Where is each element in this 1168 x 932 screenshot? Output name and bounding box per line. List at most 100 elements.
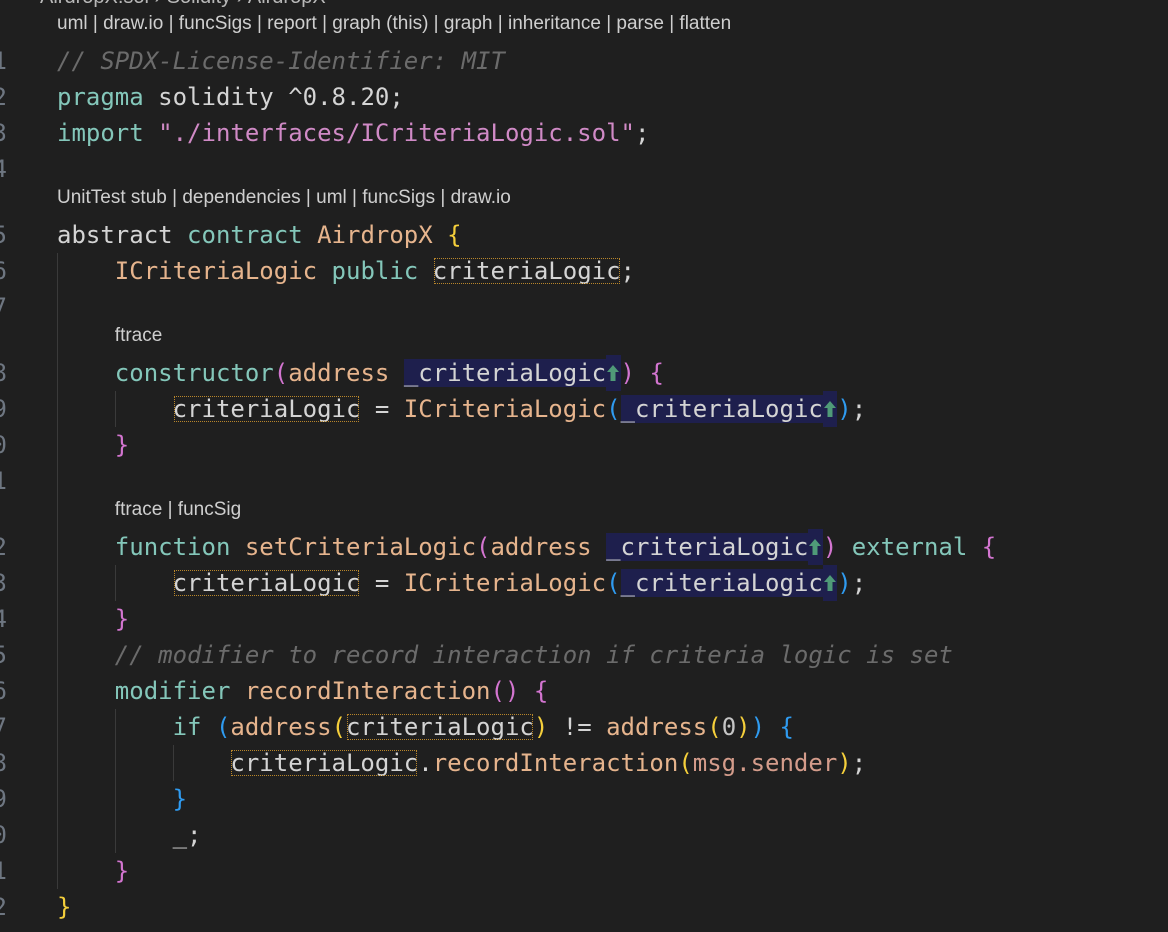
arrow-up-icon bbox=[822, 391, 838, 427]
code-line: 10 } bbox=[0, 427, 1168, 463]
codelens-links[interactable]: uml | draw.io | funcSigs | report | grap… bbox=[57, 13, 731, 34]
code-token: _; bbox=[57, 821, 202, 849]
indent-guide bbox=[57, 499, 58, 529]
code-line: 4 bbox=[0, 151, 1168, 187]
code-token: address bbox=[490, 533, 592, 561]
code-token: ( bbox=[606, 569, 621, 597]
code-token: criteriaLogic bbox=[230, 749, 419, 777]
code-line: 17 if (address(criteriaLogic) != address… bbox=[0, 709, 1168, 745]
code-token: public bbox=[331, 257, 419, 285]
codelens-row[interactable]: UnitTest stub | dependencies | uml | fun… bbox=[0, 187, 1168, 217]
breadcrumb[interactable]: AirdropX.sol › Solidity › AirdropX bbox=[40, 0, 326, 10]
line-number: 12 bbox=[0, 529, 7, 565]
code-token: criteriaLogic bbox=[432, 257, 621, 285]
code-token: ) bbox=[822, 533, 838, 561]
line-number: 18 bbox=[0, 745, 7, 781]
line-number: 4 bbox=[0, 151, 7, 187]
line-number: 20 bbox=[0, 817, 7, 853]
code-line: 22} bbox=[0, 889, 1168, 925]
code-token: ) bbox=[750, 713, 766, 741]
line-number: 13 bbox=[0, 565, 7, 601]
codelens-links[interactable]: ftrace | funcSig bbox=[115, 499, 241, 520]
code-token: { bbox=[447, 221, 462, 249]
code-token: ; bbox=[634, 119, 650, 147]
arrow-up-icon bbox=[822, 565, 838, 601]
code-line: 12 function setCriteriaLogic(address _cr… bbox=[0, 529, 1168, 565]
code-token: = bbox=[360, 395, 404, 423]
code-line: 8 constructor(address _criteriaLogic) { bbox=[0, 355, 1168, 391]
code-token: ; bbox=[851, 395, 867, 423]
line-number: 2 bbox=[0, 79, 7, 115]
code-token: solidity ^0.8.20; bbox=[143, 83, 404, 111]
code-token: } bbox=[172, 785, 188, 813]
code-line: 16 modifier recordInteraction() { bbox=[0, 673, 1168, 709]
codelens-row[interactable]: ftrace | funcSig bbox=[0, 499, 1168, 529]
code-token: ( bbox=[273, 359, 289, 387]
indent-guide bbox=[57, 463, 58, 499]
code-line: 14 } bbox=[0, 601, 1168, 637]
code-token: ) bbox=[504, 677, 520, 705]
codelens-row[interactable]: uml | draw.io | funcSigs | report | grap… bbox=[0, 13, 1168, 43]
arrow-up-icon bbox=[606, 355, 621, 391]
code-token: ( bbox=[490, 677, 505, 705]
code-token: ICriteriaLogic bbox=[403, 569, 607, 597]
code-token: } bbox=[114, 605, 130, 633]
line-number: 7 bbox=[0, 289, 7, 325]
code-token: ; bbox=[851, 569, 867, 597]
code-token: != bbox=[548, 713, 607, 741]
code-token: _criteriaLogic bbox=[403, 359, 607, 387]
code-token: ; bbox=[851, 749, 867, 777]
code-line: 3 import "./interfaces/ICriteriaLogic.sol… bbox=[0, 115, 1168, 151]
code-token: contract bbox=[187, 221, 303, 249]
code-token: criteriaLogic bbox=[172, 395, 361, 423]
code-token: ( bbox=[678, 749, 693, 777]
code-token: { bbox=[981, 533, 997, 561]
code-line: 5 abstract contract AirdropX { bbox=[0, 217, 1168, 253]
line-number: 14 bbox=[0, 601, 7, 637]
codelens-row[interactable]: ftrace bbox=[0, 325, 1168, 355]
code-token: ICriteriaLogic bbox=[114, 257, 318, 285]
code-token: setCriteriaLogic bbox=[244, 533, 477, 561]
code-line: 7 bbox=[0, 289, 1168, 325]
code-line: 2 pragma solidity ^0.8.20; bbox=[0, 79, 1168, 115]
code-token: ( bbox=[476, 533, 491, 561]
code-token: criteriaLogic bbox=[172, 569, 361, 597]
code-token: address bbox=[288, 359, 390, 387]
line-number: 10 bbox=[0, 427, 7, 463]
codelens-links[interactable]: ftrace bbox=[115, 325, 163, 346]
code-editor[interactable]: uml | draw.io | funcSigs | report | grap… bbox=[0, 13, 1168, 925]
code-token: { bbox=[779, 713, 794, 741]
code-token: 0 bbox=[721, 713, 737, 741]
code-token: _criteriaLogic bbox=[606, 533, 809, 561]
line-number: 5 bbox=[0, 217, 7, 253]
code-token: "./interfaces/ICriteriaLogic.sol" bbox=[158, 119, 635, 147]
code-token: modifier bbox=[114, 677, 231, 705]
line-number: 1 bbox=[0, 43, 7, 79]
codelens-links[interactable]: UnitTest stub | dependencies | uml | fun… bbox=[57, 187, 511, 208]
code-token: function bbox=[114, 533, 231, 561]
code-token: // SPDX-License-Identifier: MIT bbox=[57, 47, 505, 75]
code-token: abstract bbox=[57, 221, 188, 249]
code-token: ) bbox=[837, 395, 852, 423]
code-token: } bbox=[114, 857, 130, 885]
code-token: ( bbox=[215, 713, 231, 741]
code-token: . bbox=[418, 749, 433, 777]
line-number: 8 bbox=[0, 355, 7, 391]
arrow-up-icon bbox=[808, 529, 823, 565]
code-token: constructor bbox=[114, 359, 274, 387]
code-token: criteriaLogic bbox=[346, 713, 534, 741]
line-number: 22 bbox=[0, 889, 7, 925]
